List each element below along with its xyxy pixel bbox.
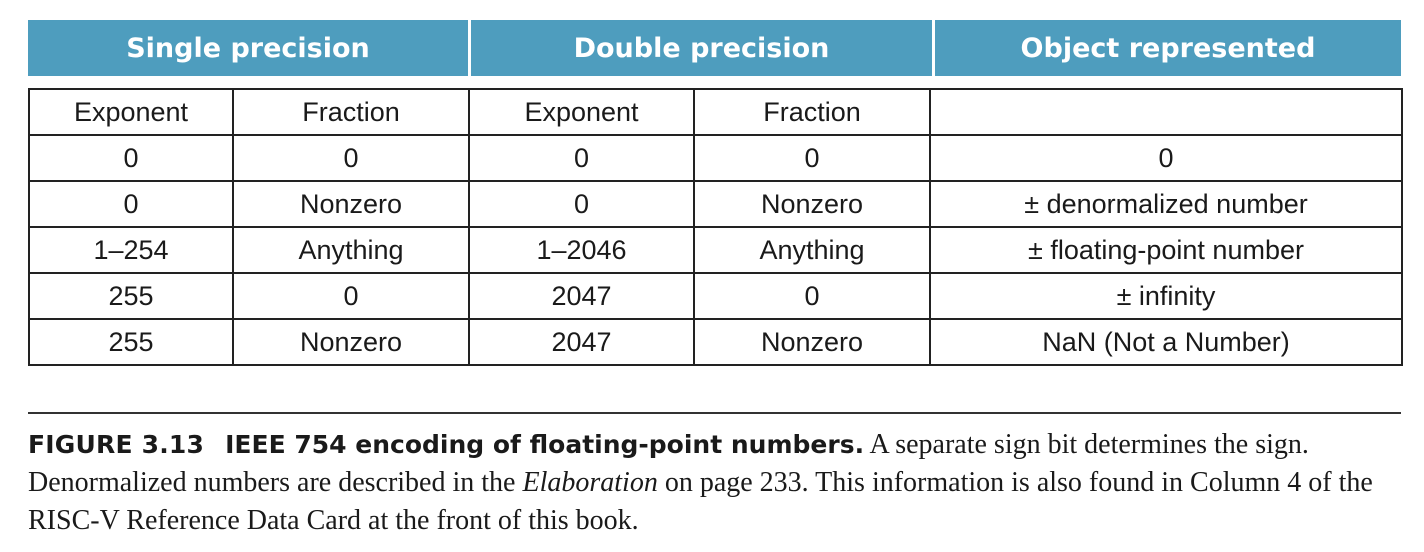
table-cell: 0	[28, 180, 234, 228]
subheader-single-fraction: Fraction	[232, 88, 470, 136]
figure-title: IEEE 754 encoding of floating-point numb…	[225, 430, 865, 459]
table-group-header-row: Single precision Double precision Object…	[28, 20, 1401, 76]
table-row: 0 0 0 0 0	[28, 134, 1403, 182]
subheader-double-fraction: Fraction	[693, 88, 931, 136]
table-cell: 0	[232, 134, 470, 182]
table-row: 255 0 2047 0 ± infinity	[28, 272, 1403, 320]
subheader-double-exponent: Exponent	[468, 88, 695, 136]
table-row: 255 Nonzero 2047 Nonzero NaN (Not a Numb…	[28, 318, 1403, 366]
table-subheader-row: Exponent Fraction Exponent Fraction	[28, 88, 1403, 136]
table-cell: 0	[693, 272, 931, 320]
caption-emphasis: Elaboration	[522, 467, 658, 498]
subheader-single-exponent: Exponent	[28, 88, 234, 136]
header-single-precision: Single precision	[28, 20, 468, 76]
table-cell: ± infinity	[929, 272, 1403, 320]
table-cell: ± floating-point number	[929, 226, 1403, 274]
figure-caption: FIGURE 3.13 IEEE 754 encoding of floatin…	[28, 426, 1401, 540]
table-cell: 255	[28, 318, 234, 366]
header-double-precision: Double precision	[471, 20, 932, 76]
table-cell: ± denormalized number	[929, 180, 1403, 228]
header-object-represented: Object represented	[935, 20, 1401, 76]
table-cell: Anything	[232, 226, 470, 274]
subheader-object	[929, 88, 1403, 136]
table-cell: Nonzero	[232, 180, 470, 228]
table-cell: Nonzero	[693, 318, 931, 366]
table-cell: 0	[28, 134, 234, 182]
table-cell: NaN (Not a Number)	[929, 318, 1403, 366]
table-cell: Anything	[693, 226, 931, 274]
table-cell: 0	[929, 134, 1403, 182]
table-cell: 0	[232, 272, 470, 320]
table-cell: 2047	[468, 318, 695, 366]
table-cell: 255	[28, 272, 234, 320]
table-cell: Nonzero	[693, 180, 931, 228]
table-cell: Nonzero	[232, 318, 470, 366]
figure-label: FIGURE 3.13	[28, 430, 205, 459]
table-row: 0 Nonzero 0 Nonzero ± denormalized numbe…	[28, 180, 1403, 228]
encoding-table: Exponent Fraction Exponent Fraction 0 0 …	[28, 88, 1403, 366]
table-cell: 1–254	[28, 226, 234, 274]
table-cell: 0	[468, 180, 695, 228]
table-cell: 2047	[468, 272, 695, 320]
table-row: 1–254 Anything 1–2046 Anything ± floatin…	[28, 226, 1403, 274]
table-cell: 1–2046	[468, 226, 695, 274]
table-cell: 0	[468, 134, 695, 182]
caption-divider	[28, 412, 1401, 414]
table-cell: 0	[693, 134, 931, 182]
